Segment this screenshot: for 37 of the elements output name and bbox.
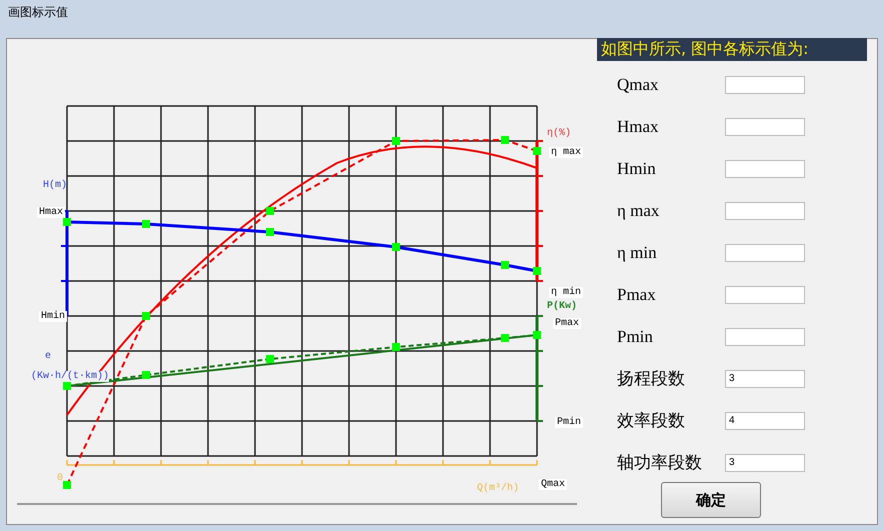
field-label: Pmin <box>616 326 654 346</box>
axis-label: e <box>45 351 52 362</box>
axis-label: Pmax <box>553 318 582 329</box>
panel-heading: 如图中所示, 图中各标示值为: <box>597 38 867 61</box>
field-label: 效率段数 <box>616 410 686 432</box>
field-label: η min <box>616 242 658 262</box>
input-field[interactable]: 3 <box>725 454 805 472</box>
field-label: Hmax <box>616 116 660 136</box>
input-field[interactable] <box>725 160 805 178</box>
input-field[interactable] <box>725 76 805 94</box>
input-field[interactable] <box>725 244 805 262</box>
field-label: Qmax <box>616 74 660 94</box>
input-field[interactable] <box>725 118 805 136</box>
input-field[interactable] <box>725 202 805 220</box>
axis-label: η min <box>549 287 584 298</box>
axis-label: Pmin <box>555 417 584 428</box>
field-label: Hmin <box>616 158 657 178</box>
axis-label: Qmax <box>539 479 568 490</box>
axis-label: (Kw·h/(t·km)) <box>31 371 110 382</box>
field-label: 扬程段数 <box>616 368 686 390</box>
axis-label: 0 <box>57 473 64 484</box>
axis-label: H(m) <box>43 180 68 191</box>
axis-label: Hmin <box>39 311 68 322</box>
axis-label: η(%) <box>547 128 572 139</box>
field-label: 轴功率段数 <box>616 452 703 474</box>
confirm-button[interactable]: 确定 <box>661 482 761 518</box>
input-field[interactable]: 3 <box>725 370 805 388</box>
input-field[interactable]: 4 <box>725 412 805 430</box>
field-label: η max <box>616 200 660 220</box>
input-field[interactable] <box>725 286 805 304</box>
input-field[interactable] <box>725 328 805 346</box>
window-title: 画图标示值 <box>8 5 68 19</box>
axis-label: Q(m³/h) <box>477 483 520 494</box>
axis-label: P(Kw) <box>547 301 578 312</box>
field-label: Pmax <box>616 284 657 304</box>
axis-label: Hmax <box>37 207 66 218</box>
axis-label: η max <box>549 147 584 158</box>
